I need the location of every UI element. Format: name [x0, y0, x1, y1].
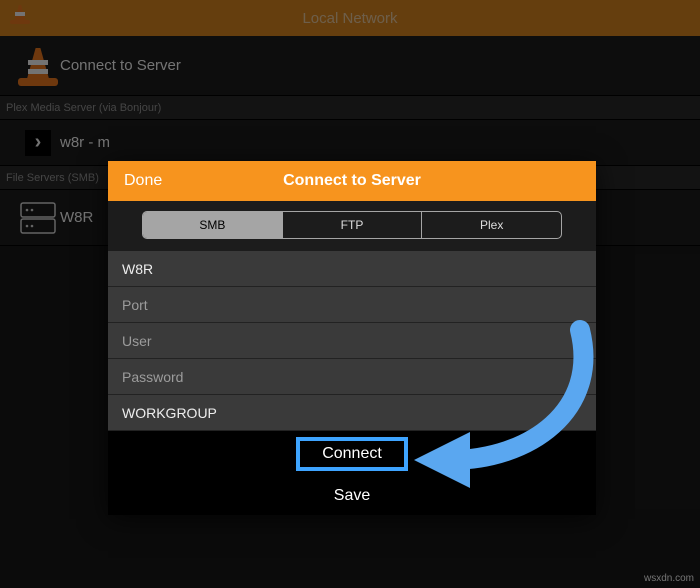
dialog-header: Done Connect to Server	[108, 161, 596, 201]
connect-highlight: Connect	[296, 437, 408, 471]
connect-label: Connect	[322, 445, 382, 463]
app-root: Local Network Connect to Server Plex Med…	[0, 0, 700, 588]
port-field[interactable]: Port	[108, 287, 596, 323]
seg-plex[interactable]: Plex	[421, 212, 561, 238]
connect-dialog: Done Connect to Server SMB FTP Plex W8R …	[108, 161, 596, 515]
watermark: wsxdn.com	[644, 573, 694, 584]
workgroup-field[interactable]: WORKGROUP	[108, 395, 596, 431]
segmented-control: SMB FTP Plex	[142, 211, 562, 239]
segmented-control-wrap: SMB FTP Plex	[108, 201, 596, 251]
dialog-title: Connect to Server	[108, 172, 596, 190]
done-button[interactable]: Done	[108, 172, 162, 190]
host-field[interactable]: W8R	[108, 251, 596, 287]
connect-button[interactable]: Connect	[108, 431, 596, 477]
save-button[interactable]: Save	[108, 477, 596, 515]
seg-smb[interactable]: SMB	[143, 212, 282, 238]
password-field[interactable]: Password	[108, 359, 596, 395]
user-field[interactable]: User	[108, 323, 596, 359]
seg-ftp[interactable]: FTP	[282, 212, 422, 238]
